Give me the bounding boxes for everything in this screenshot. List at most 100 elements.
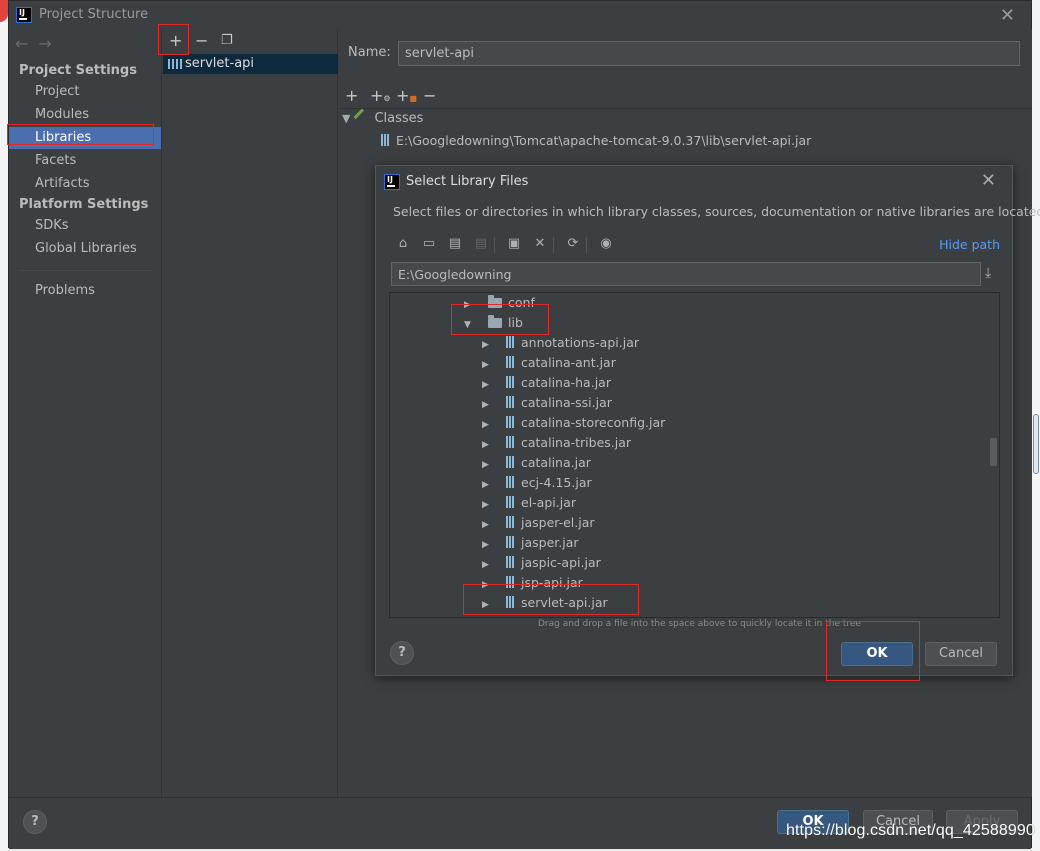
refresh-icon[interactable]: ⟳ xyxy=(565,236,581,252)
annotation-box-ok xyxy=(826,621,920,681)
annotation-box-libraries xyxy=(7,124,154,145)
nav-separator xyxy=(19,270,151,271)
collapsed-arrow-icon: ▶ xyxy=(482,540,489,550)
collapsed-arrow-icon: ▶ xyxy=(482,420,489,430)
copy-library-icon[interactable]: ❐ xyxy=(221,32,233,50)
help-button[interactable]: ? xyxy=(23,810,47,834)
jar-icon xyxy=(506,516,515,528)
back-arrow-icon[interactable]: ← xyxy=(15,34,28,53)
nav-history: ← → xyxy=(15,34,62,53)
hammer-icon xyxy=(353,108,371,126)
project-folder-icon[interactable]: ▤ xyxy=(447,236,463,252)
annotation-box-lib xyxy=(451,304,549,335)
hide-path-link[interactable]: Hide path xyxy=(939,237,1000,252)
jar-icon xyxy=(506,376,515,388)
nav-item-facets[interactable]: Facets xyxy=(9,150,161,172)
jar-icon xyxy=(506,496,515,508)
collapsed-arrow-icon: ▶ xyxy=(482,560,489,570)
add-jar-button[interactable]: +■ xyxy=(396,87,417,108)
tree-label: el-api.jar xyxy=(521,495,576,510)
new-folder-icon[interactable]: ▣ xyxy=(506,236,522,252)
nav-item-modules[interactable]: Modules xyxy=(9,104,161,126)
nav-item-project[interactable]: Project xyxy=(9,81,161,103)
jar-icon xyxy=(506,476,515,488)
nav-item-problems[interactable]: Problems xyxy=(9,280,161,302)
tree-row-jar[interactable]: ▶ jasper-el.jar xyxy=(390,513,595,533)
nav-item-global-libraries[interactable]: Global Libraries xyxy=(9,238,161,260)
file-tree[interactable]: ▶ conf ▼ lib ▶ annotations-api.jar ▶ catalin… xyxy=(389,292,1000,618)
background-page-right xyxy=(1032,0,1040,851)
name-label: Name: xyxy=(348,45,391,60)
intellij-logo-icon xyxy=(16,7,32,23)
tree-label: jaspic-api.jar xyxy=(521,555,601,570)
module-folder-icon[interactable]: ▤ xyxy=(473,236,489,252)
remove-root-button[interactable]: − xyxy=(423,87,436,105)
path-input[interactable] xyxy=(391,262,981,286)
tree-label: ecj-4.15.jar xyxy=(521,475,592,490)
classes-jar-path: E:\Googledowning\Tomcat\apache-tomcat-9.… xyxy=(396,133,812,148)
classes-node[interactable]: ▼ Classes xyxy=(342,108,423,126)
tree-row-jar[interactable]: ▶ jasper.jar xyxy=(390,533,579,553)
tree-row-jar[interactable]: ▶ catalina-tribes.jar xyxy=(390,433,631,453)
nav-item-sdks[interactable]: SDKs xyxy=(9,215,161,237)
collapsed-arrow-icon: ▶ xyxy=(482,340,489,350)
file-chooser-toolbar: ⌂ ▭ ▤ ▤ ▣ ✕ ⟳ ◉ Hide path xyxy=(390,234,1000,256)
tree-row-jar[interactable]: ▶ jaspic-api.jar xyxy=(390,553,601,573)
tree-row-jar[interactable]: ▶ ecj-4.15.jar xyxy=(390,473,592,493)
intellij-logo-icon xyxy=(384,174,400,190)
tree-scrollbar[interactable] xyxy=(990,438,997,466)
dialog-title: Select Library Files xyxy=(406,174,529,189)
dialog-description: Select files or directories in which lib… xyxy=(393,204,1040,219)
remove-library-button[interactable]: − xyxy=(195,32,208,50)
jar-icon xyxy=(506,396,515,408)
show-hidden-files-icon[interactable]: ◉ xyxy=(598,236,614,252)
classes-jar-entry[interactable]: E:\Googledowning\Tomcat\apache-tomcat-9.… xyxy=(381,133,811,148)
dialog-cancel-button[interactable]: Cancel xyxy=(925,642,997,666)
tree-row-jar[interactable]: ▶ catalina.jar xyxy=(390,453,591,473)
tree-row-jar[interactable]: ▶ catalina-ant.jar xyxy=(390,353,616,373)
dialog-close-icon[interactable]: ✕ xyxy=(981,170,996,191)
nav-item-artifacts[interactable]: Artifacts xyxy=(9,173,161,195)
libraries-list-panel: + − ❐ servlet-api xyxy=(163,29,338,797)
home-icon[interactable]: ⌂ xyxy=(395,236,411,252)
library-item-label: servlet-api xyxy=(185,56,255,71)
library-item-servlet-api[interactable]: servlet-api xyxy=(163,54,338,74)
nav-group-project-settings: Project Settings xyxy=(19,63,137,78)
jar-icon xyxy=(506,436,515,448)
download-icon[interactable]: ⤓ xyxy=(985,265,991,281)
collapsed-arrow-icon: ▶ xyxy=(482,500,489,510)
libraries-toolbar: + − ❐ xyxy=(163,29,337,54)
annotation-box-servlet-jar xyxy=(463,584,639,615)
tree-label: catalina-ha.jar xyxy=(521,375,611,390)
tree-label: catalina.jar xyxy=(521,455,591,470)
window-close-icon[interactable]: ✕ xyxy=(1000,5,1015,26)
collapsed-arrow-icon: ▶ xyxy=(482,360,489,370)
add-classes-button[interactable]: +⚙ xyxy=(370,87,391,108)
desktop-icon[interactable]: ▭ xyxy=(421,236,437,252)
tree-row-jar[interactable]: ▶ el-api.jar xyxy=(390,493,576,513)
add-root-button[interactable]: + xyxy=(345,87,358,105)
delete-icon[interactable]: ✕ xyxy=(532,236,548,252)
background-close-dot xyxy=(0,0,8,22)
tree-row-jar[interactable]: ▶ catalina-ha.jar xyxy=(390,373,611,393)
jar-icon xyxy=(506,416,515,428)
jar-icon xyxy=(506,336,515,348)
tree-label: annotations-api.jar xyxy=(521,335,639,350)
dialog-help-button[interactable]: ? xyxy=(390,641,414,665)
collapsed-arrow-icon: ▶ xyxy=(482,440,489,450)
tree-label: jasper-el.jar xyxy=(521,515,595,530)
tree-row-jar[interactable]: ▶ catalina-ssi.jar xyxy=(390,393,612,413)
watermark-text: https://blog.csdn.net/qq_42588990 xyxy=(786,822,1035,839)
collapsed-arrow-icon: ▶ xyxy=(482,480,489,490)
library-icon xyxy=(168,59,182,69)
window-title: Project Structure xyxy=(39,7,149,22)
tree-row-jar[interactable]: ▶ catalina-storeconfig.jar xyxy=(390,413,665,433)
tree-label: catalina-tribes.jar xyxy=(521,435,632,450)
drag-drop-hint: Drag and drop a file into the space abov… xyxy=(538,619,861,629)
collapsed-arrow-icon: ▶ xyxy=(482,380,489,390)
forward-arrow-icon[interactable]: → xyxy=(38,34,51,53)
library-name-input[interactable] xyxy=(398,41,1020,66)
tree-row-jar[interactable]: ▶ annotations-api.jar xyxy=(390,333,639,353)
toolbar-separator xyxy=(494,237,495,253)
collapsed-arrow-icon: ▶ xyxy=(482,400,489,410)
